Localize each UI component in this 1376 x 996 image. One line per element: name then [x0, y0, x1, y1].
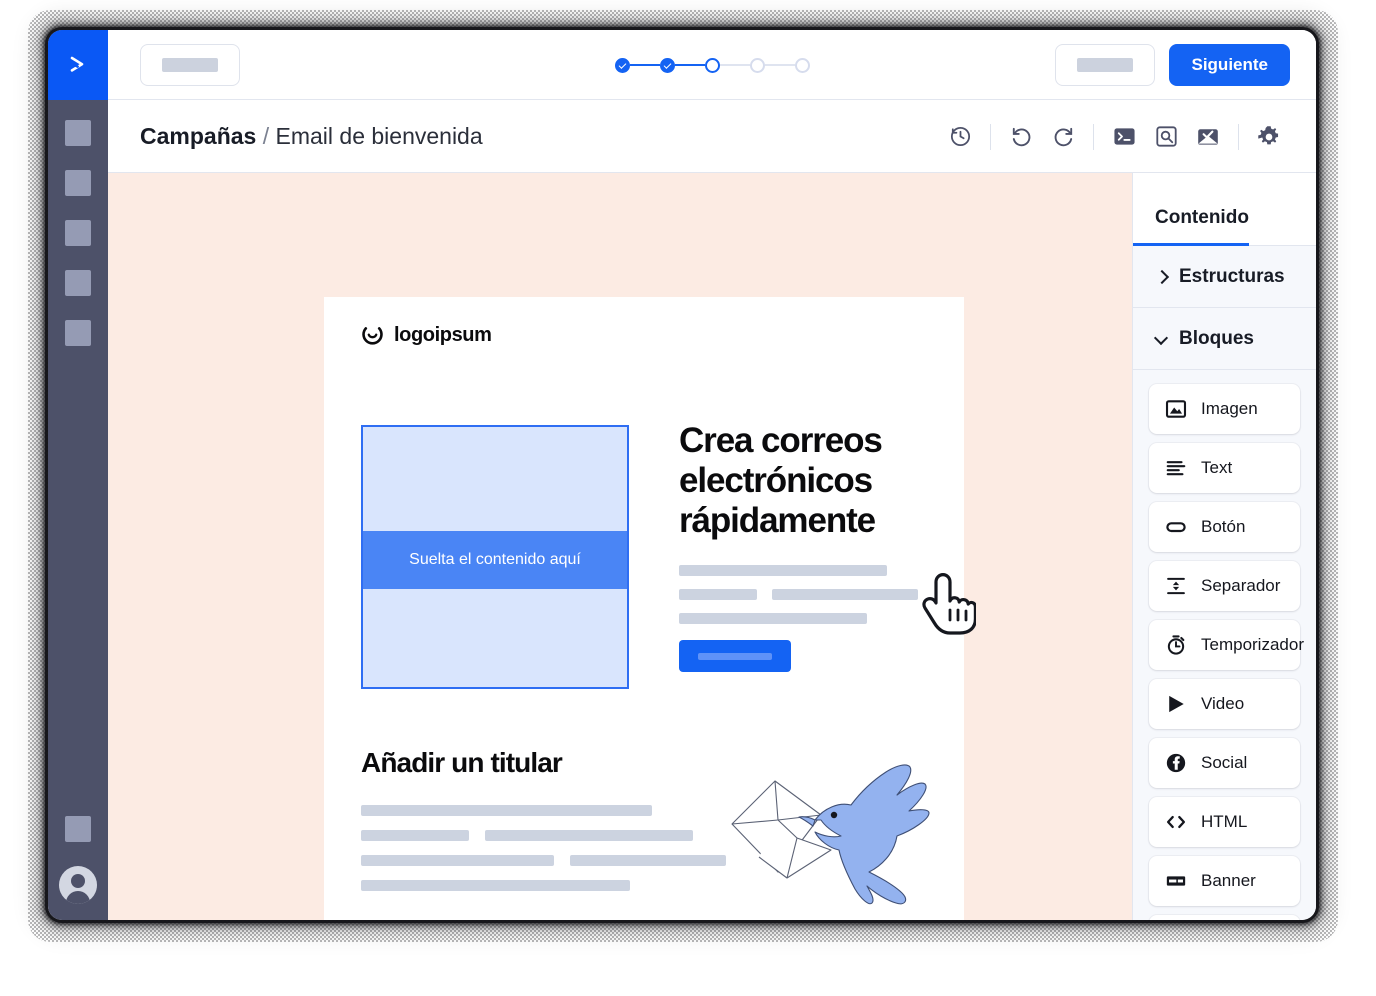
block-item-text[interactable]: Text — [1149, 443, 1300, 493]
block-item-social[interactable]: Social — [1149, 738, 1300, 788]
email-logo-text: logoipsum — [394, 324, 492, 346]
chevron-right-icon — [1155, 271, 1167, 283]
accordion-estructuras[interactable]: Estructuras — [1133, 246, 1316, 308]
preview-icon[interactable] — [1145, 116, 1187, 158]
accordion-bloques-label: Bloques — [1179, 327, 1254, 349]
back-button[interactable] — [140, 43, 240, 86]
secondary-button[interactable] — [1055, 44, 1156, 86]
sidebar-item-5[interactable] — [65, 320, 91, 346]
email-logo[interactable]: logoipsum — [360, 323, 492, 348]
block-item-html[interactable]: HTML — [1149, 797, 1300, 847]
step-dot-5[interactable] — [794, 57, 810, 73]
sidebar-item-4[interactable] — [65, 270, 91, 296]
app-logo[interactable] — [48, 30, 108, 100]
panel-tabs: Contenido — [1133, 173, 1316, 246]
hero-cta-button[interactable] — [679, 640, 791, 672]
app-window: Siguiente Campañas / Email de bienvenida — [48, 30, 1316, 920]
secondary-button-label-placeholder — [1077, 58, 1134, 72]
gear-icon[interactable] — [1248, 116, 1290, 158]
drop-zone[interactable]: Suelta el contenido aquí — [361, 425, 629, 689]
sidebar-bottom-group — [48, 792, 108, 904]
email-canvas[interactable]: logoipsum Suelta el contenido aquí Crea … — [108, 173, 1132, 920]
back-button-label-placeholder — [162, 57, 218, 72]
block-item-imagen[interactable]: Imagen — [1149, 384, 1300, 434]
hero-heading: Crea correos electrónicos rápidamente — [679, 421, 883, 540]
hero-text-block[interactable]: Crea correos electrónicos rápidamente — [679, 421, 929, 672]
undo-icon[interactable] — [1000, 116, 1042, 158]
step-line-1 — [629, 63, 660, 67]
step-line-4 — [764, 63, 795, 67]
step-dot-1[interactable] — [614, 57, 630, 73]
breadcrumb: Campañas / Email de bienvenida — [108, 123, 483, 150]
block-item-boton[interactable]: Botón — [1149, 502, 1300, 552]
step-dot-2[interactable] — [659, 57, 675, 73]
tab-contenido[interactable]: Contenido — [1133, 207, 1249, 246]
breadcrumb-current: Email de bienvenida — [275, 122, 483, 149]
block-item-banner[interactable]: Banner — [1149, 856, 1300, 906]
redo-icon[interactable] — [1042, 116, 1084, 158]
text-lines-icon — [1166, 461, 1186, 476]
editor-toolbar — [939, 100, 1290, 173]
top-bar-right: Siguiente — [1055, 30, 1290, 100]
toolbar-divider-3 — [1238, 123, 1239, 150]
accordion-bloques[interactable]: Bloques — [1133, 308, 1316, 370]
block-item-next-partial[interactable] — [1149, 915, 1300, 920]
block-item-temporizador[interactable]: Temporizador — [1149, 620, 1304, 670]
chevron-right-logo-icon — [70, 56, 84, 72]
block-label: Botón — [1201, 517, 1246, 536]
top-bar-left — [108, 43, 240, 86]
block-label: HTML — [1201, 812, 1248, 831]
step-line-2 — [674, 63, 705, 67]
block-label: Banner — [1201, 871, 1256, 890]
code-brackets-icon — [1166, 815, 1186, 829]
step-line-3 — [719, 63, 750, 67]
step-dot-4[interactable] — [749, 57, 765, 73]
breadcrumb-bar: Campañas / Email de bienvenida — [108, 100, 1316, 173]
image-icon — [1165, 400, 1187, 418]
left-nav-rail — [48, 30, 108, 920]
avatar[interactable] — [59, 866, 97, 904]
toolbar-divider-1 — [990, 123, 991, 150]
top-bar: Siguiente — [108, 30, 1316, 100]
blocks-list: Imagen Text Botón Separador Temporizador… — [1133, 370, 1316, 920]
button-pill-icon — [1166, 522, 1186, 533]
test-email-icon[interactable] — [1187, 116, 1229, 158]
sidebar-item-2[interactable] — [65, 170, 91, 196]
facebook-icon — [1166, 753, 1186, 773]
block-label: Separador — [1201, 576, 1281, 595]
next-button[interactable]: Siguiente — [1169, 44, 1290, 86]
block-item-video[interactable]: Video — [1149, 679, 1300, 729]
block-label: Video — [1201, 694, 1245, 713]
toolbar-divider-2 — [1093, 123, 1094, 150]
email-template[interactable]: logoipsum Suelta el contenido aquí Crea … — [324, 297, 964, 920]
content-panel: Contenido Estructuras Bloques Imagen Tex… — [1132, 173, 1316, 920]
drop-zone-label: Suelta el contenido aquí — [363, 531, 627, 589]
block-label: Social — [1201, 753, 1248, 772]
logoipsum-mark-icon — [362, 327, 383, 345]
breadcrumb-separator: / — [262, 122, 270, 149]
block-item-separador[interactable]: Separador — [1149, 561, 1300, 611]
play-icon — [1169, 695, 1184, 713]
hero-body-placeholder — [679, 565, 929, 624]
bird-carrying-envelope-illustration — [731, 764, 930, 905]
sidebar-item-1[interactable] — [65, 120, 91, 146]
block-label: Imagen — [1201, 399, 1258, 418]
block-label: Temporizador — [1201, 635, 1304, 654]
sidebar-item-3[interactable] — [65, 220, 91, 246]
banner-icon — [1166, 876, 1186, 886]
history-icon[interactable] — [939, 116, 981, 158]
chevron-down-icon — [1155, 333, 1167, 345]
sidebar-item-6[interactable] — [65, 816, 91, 842]
block-label: Text — [1201, 458, 1233, 477]
bird-eye-icon — [830, 811, 838, 819]
timer-icon — [1167, 635, 1185, 655]
code-terminal-icon[interactable] — [1103, 116, 1145, 158]
separator-icon — [1167, 577, 1185, 595]
step-dot-3[interactable] — [704, 57, 720, 73]
hero-cta-label-placeholder — [698, 652, 772, 660]
accordion-estructuras-label: Estructuras — [1179, 265, 1285, 287]
breadcrumb-root[interactable]: Campañas — [140, 123, 256, 149]
pointing-hand-cursor — [922, 573, 976, 635]
